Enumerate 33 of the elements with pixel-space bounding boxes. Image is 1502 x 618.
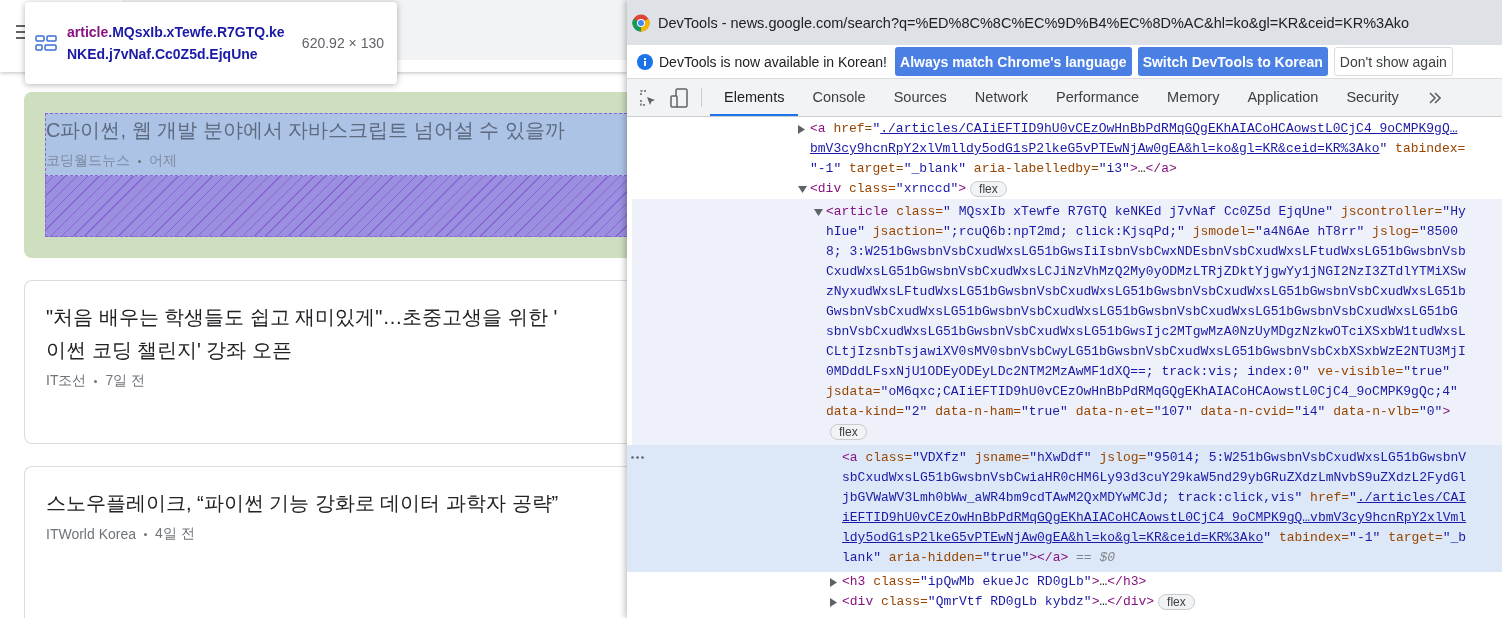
publish-time: 어제 bbox=[149, 152, 177, 170]
code-line: sbnVsbCxudWxsLG51bGwsbnVsbCxudWxsLG51bGwsIjc2MTgwMzA0NzUyMDgzNzkwOTciXSxbW1tudWxsL bbox=[826, 323, 1466, 341]
code-line: bmV3cy9hcnRpY2xlVmlldy5odG1sP2lkeG5vPTEwNjAw0gEA&hl=ko&gl=KR&ceid=KR%3Ako" tabindex= bbox=[810, 140, 1466, 158]
code-line: <h3 class="ipQwMb ekueJc RD0gLb">…</h3> bbox=[842, 573, 1147, 591]
code-line: <div class="xrnccd"> bbox=[810, 180, 967, 198]
code-line: GwsbnVsbCxudWxsLG51bGwsbnVsbCxudWxsLG51bGwsbnVsbCxudWxsLG51bGwsbnVsbCxudWxsLG51bG bbox=[826, 303, 1458, 321]
info-message: DevTools is now available in Korean! bbox=[659, 53, 887, 70]
news-source: 코딩월드뉴스 bbox=[46, 152, 130, 170]
code-line: <article class=" MQsxIb xTewfe R7GTQ keNKEd j7vNaf Cc0Z5d EjqUne" jscontroller="Hy bbox=[826, 203, 1466, 221]
code-line: <a href="./articles/CAIiEFTID9hU0vCEzOwHnBbPdRMqGQgEKhAIACoHCAowstL0CjC4_9oCMPK9gQ… bbox=[810, 120, 1458, 138]
code-line: 0MDddLFsxNjU1ODEyODEyLDc2NTM2MzAwMF1dXQ==; track:vis; index:0" ve-visible="true" bbox=[826, 363, 1451, 381]
code-line: <div class="QmrVtf RD0gLb kybdz">…</div> bbox=[842, 593, 1155, 611]
news-source: ITWorld Korea bbox=[46, 526, 136, 542]
code-line: sbCxudWxsLG51bGwsbnVsbCwiaHR0cHM6Ly93d3cuY29kaW5nd29ybGRuZXdzLmNvbS9uZXdzL2FydGl bbox=[842, 469, 1467, 487]
code-line: CLtjIzsnbTsjawiXV0sMV0sbnVsbCwyLG51bGwsbnVsbCxudWxsLG51bGwsbnVsbCxbXSxbWzE2NTU3MjI bbox=[826, 343, 1466, 361]
code-line: hIue" jsaction=";rcuQ6b:npT2md; click:KjsqPd;" jsmodel="a4N6Ae hT8rr" jslog="8500 bbox=[826, 223, 1458, 241]
code-line: CxudWxsLG51bGwsbnVsbCxudWxsLCJiNzVhMzQ2My0yODMzLTRjZDktYjgwYy1jNGI2NzI3ZTdlYTMiXSw bbox=[826, 263, 1466, 281]
publish-time: 4일 전 bbox=[155, 525, 195, 543]
publish-time: 7일 전 bbox=[105, 372, 146, 390]
code-line: data-kind="2" data-n-ham="true" data-n-et="107" data-n-cvid="i4" data-n-vlb="0"> bbox=[826, 403, 1451, 421]
code-line: "-1" target="_blank" aria-labelledby="i3">…</a> bbox=[810, 160, 1177, 178]
code-line: ldy5odG1sP2lkeG5vPTEwNjAw0gEA&hl=ko&gl=KR&ceid=KR%3Ako" tabindex="-1" target="_b bbox=[842, 529, 1467, 547]
element-size: 620.92 × 130 bbox=[301, 35, 384, 51]
code-line: jsdata="oM6qxc;CAIiEFTID9hU0vCEzOwHnBbPdRMqGQgEKhAIACoHCAowstL0CjC4_9oCMPK9gQc;4" bbox=[826, 383, 1458, 401]
window-title: DevTools - news.google.com/search?q=%ED%8C%8C%EC%9D%B4%EC%8D%AC&hl=ko&gl=KR&ceid=KR%3Ako bbox=[658, 14, 1410, 31]
code-line: iEFTID9hU0vCEzOwHnBbPdRMqGQgEKhAIACoHCAowstL0CjC4_9oCMPK9gQ…vbmV3cy9hcnRpY2xlVml bbox=[842, 509, 1467, 527]
news-source: IT조선 bbox=[46, 372, 87, 390]
code-line: lank" aria-hidden="true"></a> == $0 bbox=[842, 549, 1116, 567]
code-line: 8; 3:W251bGwsbnVsbCxudWxsLG51bGwsIiIsbnVsbCwxNDEsbnVsbCxudWxsLFtudWxsLG51bGwsbnVsb bbox=[826, 243, 1466, 261]
code-line: zNyxudWxsLFtudWxsLG51bGwsbnVsbCxudWxsLG51bGwsbnVsbCxudWxsLG51bGwsbnVsbCxudWxsLG51b bbox=[826, 283, 1466, 301]
code-line: <a class="VDXfz" jsname="hXwDdf" jslog="95014; 5:W251bGwsbnVsbCxudWxsLG51bGwsbnV bbox=[842, 449, 1467, 467]
element-selector: article.MQsxIb.xTewfe.R7GTQ.keNKEd.j7vNaf.Cc0Z5d.EjqUne bbox=[67, 23, 286, 64]
code-line: jbGVWaWV3Lmh0bWw_aWR4bm9cdTAwM2QxMDYwMCJd; track:click,vis" href="./articles/CAI bbox=[842, 489, 1467, 507]
